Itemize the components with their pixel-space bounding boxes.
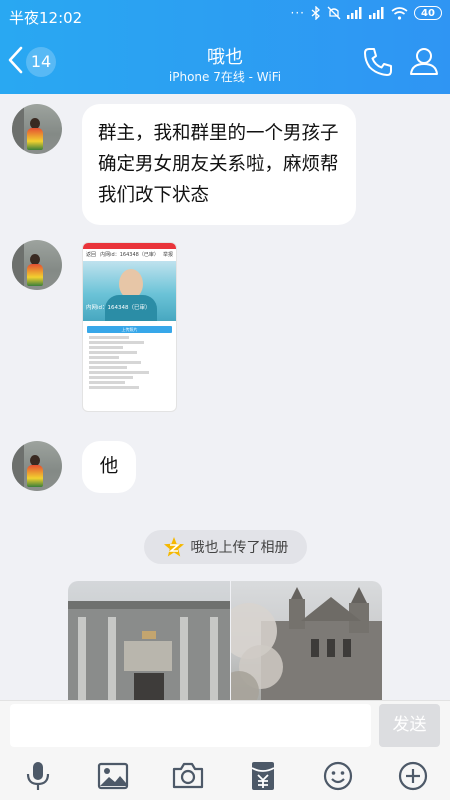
message-input[interactable] [10,704,371,747]
plus-icon [398,761,428,791]
more-options-button[interactable] [396,759,430,793]
send-button[interactable]: 发送 [379,704,440,747]
status-time: 半夜12:02 [9,9,83,27]
emoji-button[interactable] [321,759,355,793]
chat-header: 半夜12:02 ··· 40 14 哦也 iPhone 7在线 - WiFi [0,0,450,94]
photo-album-button[interactable] [96,759,130,793]
mute-icon [327,6,341,20]
message-bubble[interactable]: 群主，我和群里的一个男孩子确定男女朋友关系啦，麻烦帮我们改下状态 [82,104,356,225]
signal-icon-2 [369,7,385,19]
smiley-icon [323,761,353,791]
system-notice-text: 哦也上传了相册 [190,540,289,556]
voice-button[interactable] [21,759,55,793]
image-icon [97,762,129,790]
contact-avatar[interactable] [12,104,62,154]
phone-call-button[interactable] [362,46,394,78]
wifi-icon [391,6,408,20]
person-icon [410,48,438,75]
screenshot-upload-button: 上传照片 [87,326,172,333]
message-bubble[interactable]: 他 [82,441,136,493]
screenshot-profile-photo: 内网id：164348（已审） [83,261,176,321]
album-photo-building[interactable] [68,581,230,700]
album-photos[interactable] [68,581,382,700]
screenshot-caption: 内网id：164348（已审） [86,305,151,311]
qzone-star-icon [163,537,184,557]
phone-icon [364,48,392,76]
camera-icon [172,762,204,789]
chat-history[interactable]: 群主，我和群里的一个男孩子确定男女朋友关系啦，麻烦帮我们改下状态 返回 内网id… [0,94,450,700]
notification-dots: ··· [290,6,305,20]
screenshot-title: 内网id：164348（已审） [100,252,159,258]
screenshot-back-label: 返回 [86,252,97,258]
signal-icon [347,7,363,19]
image-message[interactable]: 返回 内网id：164348（已审） 举报 内网id：164348（已审） 上传… [82,242,177,412]
status-bar: 半夜12:02 ··· 40 [0,0,450,32]
contact-avatar[interactable] [12,240,62,290]
red-packet-button[interactable] [246,759,280,793]
microphone-icon [26,762,50,790]
red-packet-icon [251,762,275,790]
input-bar: 发送 [0,700,450,800]
contact-avatar[interactable] [12,441,62,491]
battery-icon: 40 [414,6,442,20]
screenshot-report-label: 举报 [162,252,173,258]
album-photo-church[interactable] [219,581,382,700]
camera-button[interactable] [171,759,205,793]
profile-button[interactable] [408,45,440,77]
system-notice[interactable]: 哦也上传了相册 [144,530,307,564]
status-icons: ··· 40 [291,6,442,20]
bluetooth-icon [311,6,321,20]
